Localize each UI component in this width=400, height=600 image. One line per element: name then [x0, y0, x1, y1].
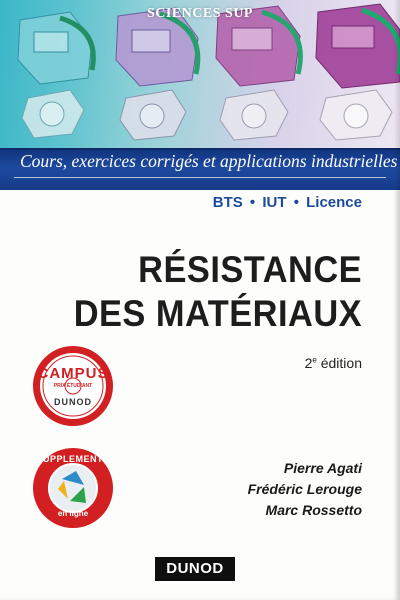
cover-illustration: SCIENCES SUP	[0, 0, 400, 148]
supplements-word: SUPPLEMENTS	[36, 454, 110, 464]
author-2: Frédéric Lerouge	[247, 481, 362, 497]
level-separator: •	[249, 194, 256, 211]
campus-brand: DUNOD	[54, 397, 92, 407]
book-title: RÉSISTANCE DES MATÉRIAUX	[74, 248, 362, 336]
author-3: Marc Rossetto	[265, 502, 362, 518]
title-line-1: RÉSISTANCE	[138, 249, 362, 290]
page-edge-shadow	[394, 0, 400, 600]
assembly-1	[17, 11, 96, 139]
supplements-badge: SUPPLEMENTS en ligne	[32, 447, 114, 529]
tagline: Cours, exercices corrigés et application…	[20, 151, 398, 171]
level-separator: •	[293, 194, 299, 211]
series-label: SCIENCES SUP	[147, 6, 253, 21]
book-cover: SCIENCES SUP Cours, exercices corrigés e…	[0, 0, 400, 600]
edition-word: édition	[316, 355, 362, 371]
title-line-2: DES MATÉRIAUX	[73, 293, 362, 334]
edition-label: 2e édition	[305, 355, 362, 371]
level-iut: IUT	[262, 194, 287, 211]
authors: Pierre Agati Frédéric Lerouge Marc Rosse…	[248, 458, 362, 521]
band-rule	[14, 177, 386, 178]
level-bts: BTS	[212, 194, 243, 211]
publisher-logo: DUNOD	[155, 557, 235, 581]
campus-small-text: PRIX ÉTUDIANT	[53, 383, 93, 389]
target-levels: BTS • IUT • Licence	[213, 194, 362, 211]
supplements-online: en ligne	[57, 509, 89, 518]
assembly-3	[215, 5, 303, 141]
campus-word: CAMPUS	[37, 365, 109, 382]
mechanical-parts-illustration	[17, 3, 400, 141]
assembly-2	[115, 7, 201, 141]
author-1: Pierre Agati	[283, 460, 362, 476]
level-licence: Licence	[306, 194, 362, 211]
assembly-4	[315, 3, 400, 141]
campus-badge: CAMPUS PRIX ÉTUDIANT DUNOD	[32, 345, 114, 427]
